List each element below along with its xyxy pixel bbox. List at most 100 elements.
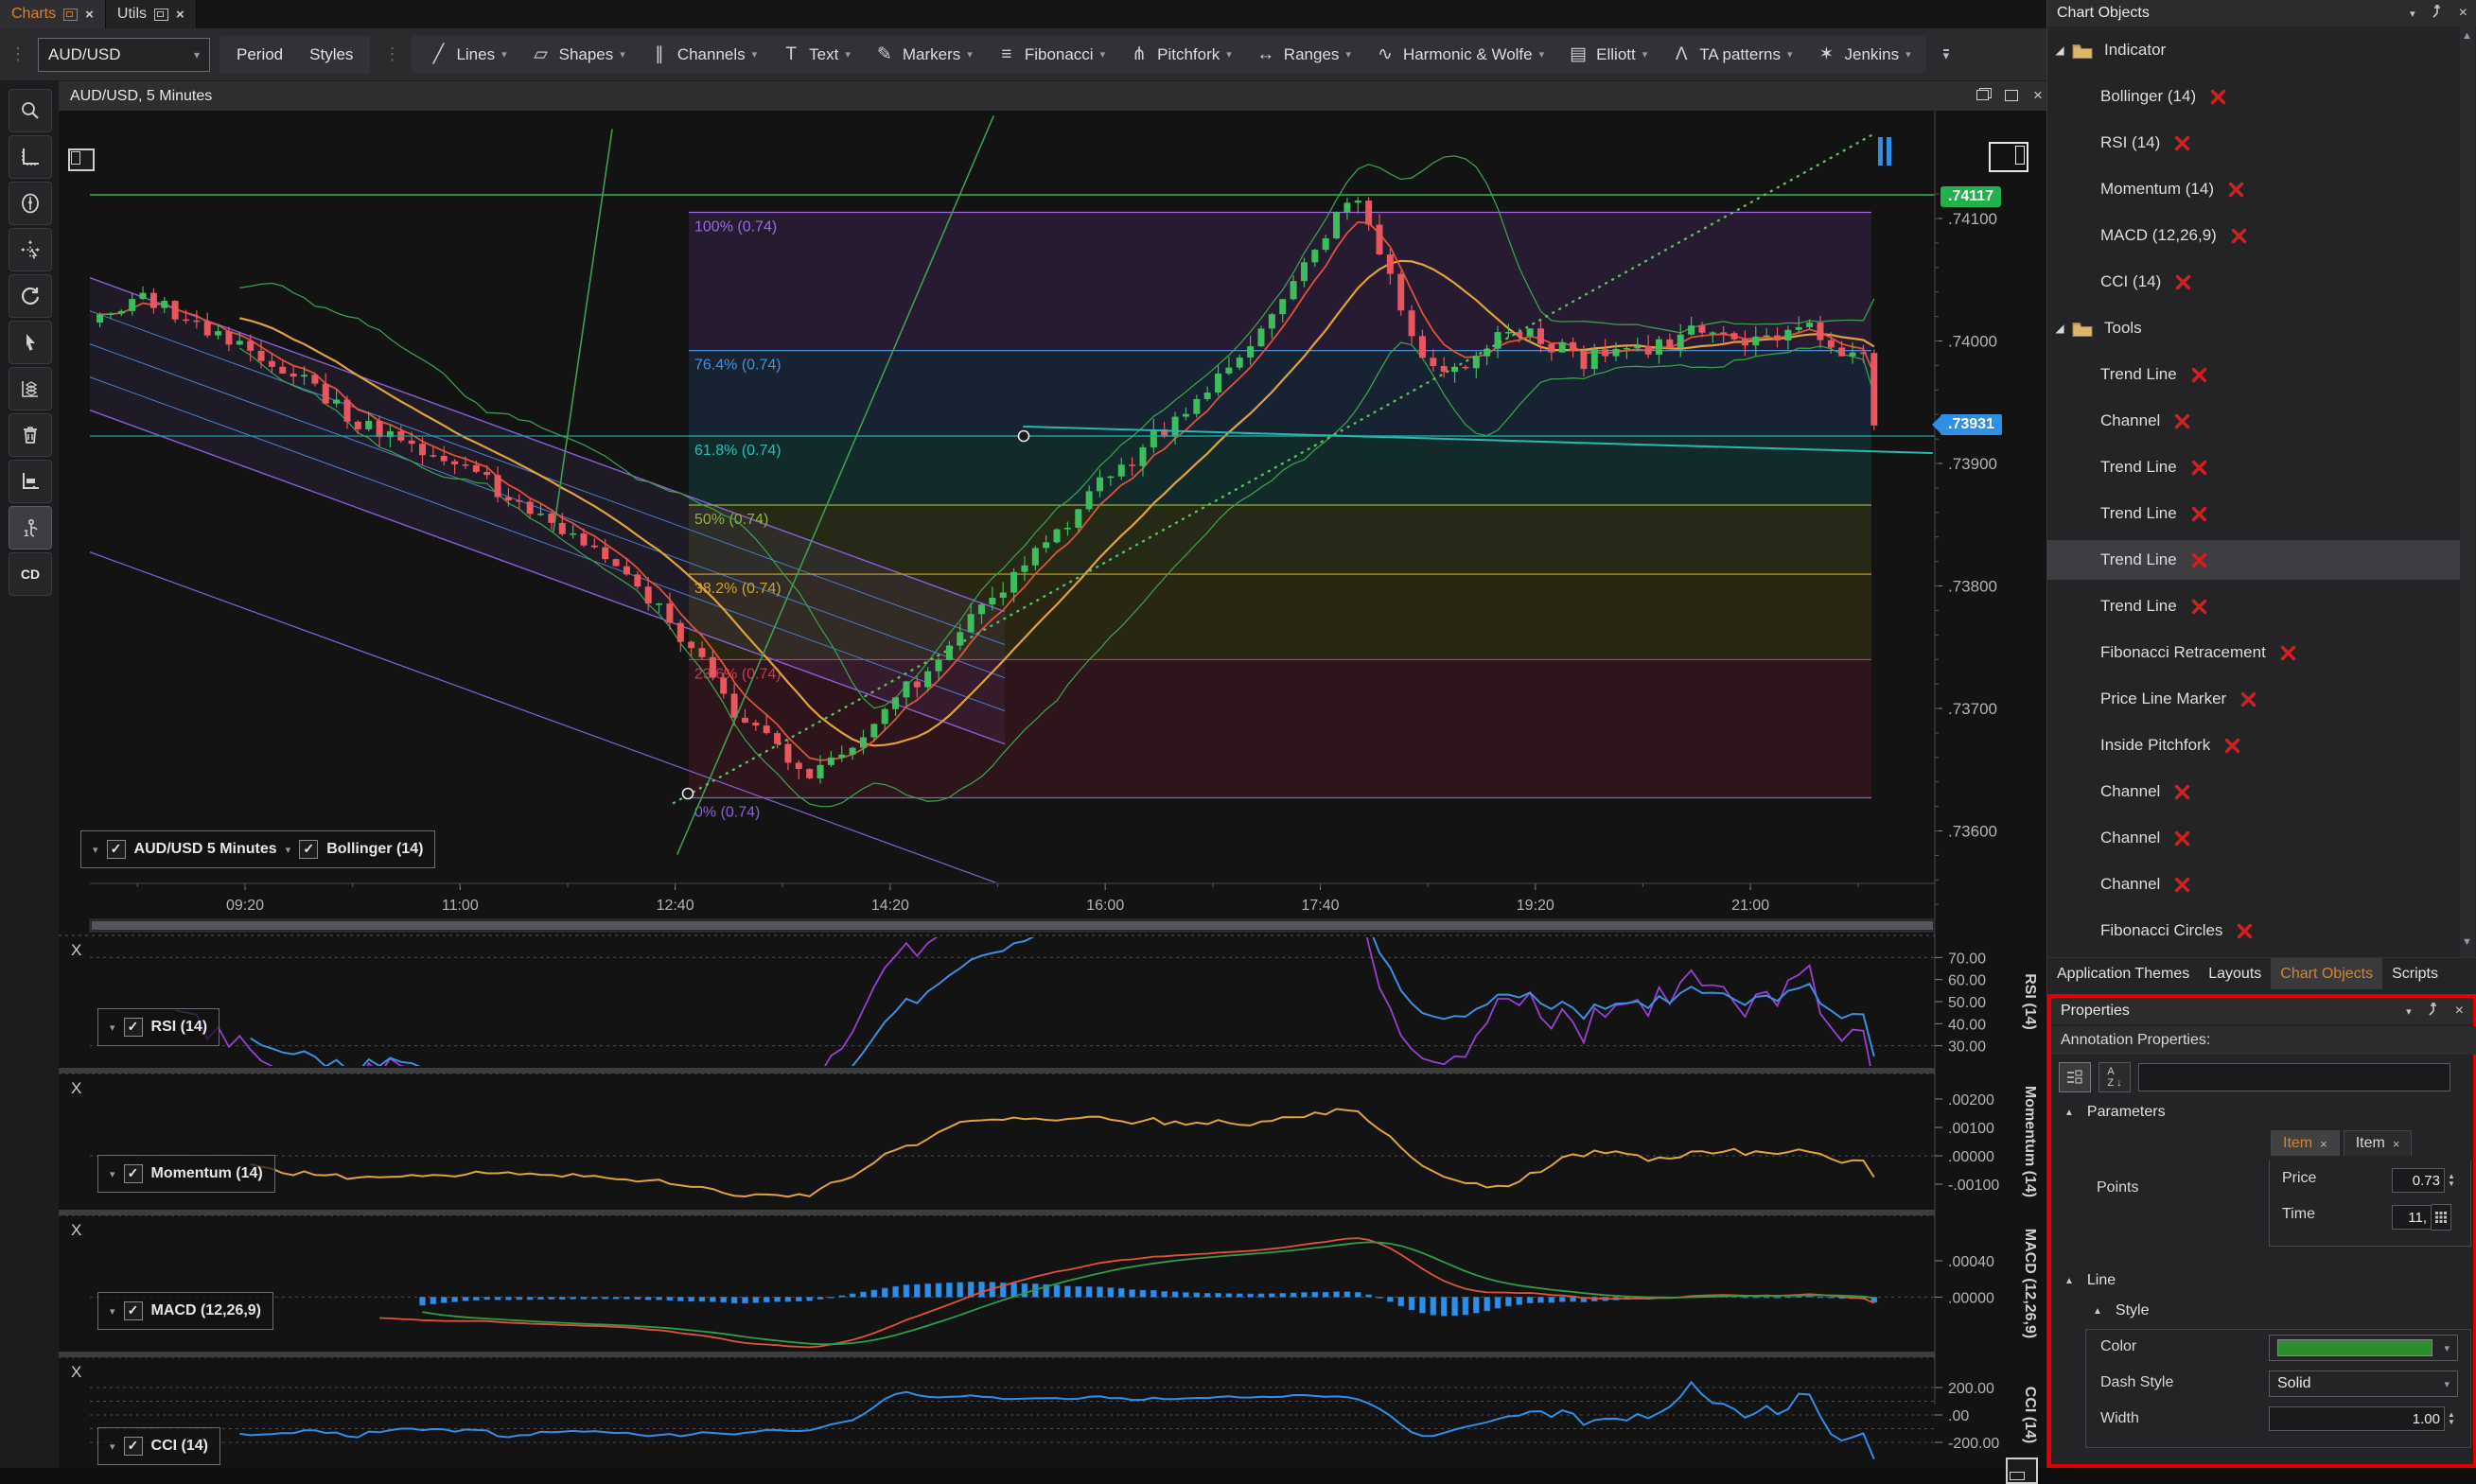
tree-item-rsi-14-[interactable]: RSI (14) [2047,123,2462,163]
chevron-down-icon[interactable]: ▾ [1226,48,1232,61]
expand-panel-icon[interactable] [2006,1458,2038,1484]
chevron-down-icon[interactable]: ▾ [1787,48,1793,61]
calendar-grid-icon[interactable] [2432,1204,2451,1231]
remove-icon[interactable] [2173,783,2191,801]
chevron-down-icon[interactable]: ▾ [1345,48,1351,61]
chart-canvas[interactable]: 100% (0.74)76.4% (0.74)61.8% (0.74)50% (… [59,111,2046,1468]
item-tab-close-icon[interactable]: × [2393,1137,2400,1151]
tab-close-icon[interactable]: × [176,7,184,23]
color-dropdown[interactable]: ▾ [2269,1335,2458,1361]
remove-icon[interactable] [2173,829,2191,847]
categorize-icon[interactable] [2059,1062,2091,1092]
tool-channels[interactable]: ∥Channels▾ [639,40,766,69]
remove-icon[interactable] [2236,922,2254,940]
price-spinner[interactable]: ▲▼ [2445,1173,2458,1188]
chevron-down-icon[interactable]: ▾ [2410,8,2415,20]
remove-icon[interactable] [2190,366,2208,384]
point-item-tab[interactable]: Item× [2271,1130,2340,1156]
series-visibility-checkbox[interactable]: ✓ [107,840,126,859]
chevron-down-icon[interactable]: ▾ [845,48,851,61]
chevron-down-icon[interactable]: ▾ [501,48,507,61]
toolbar-overflow-button[interactable]: ▾ [1943,49,1950,61]
dock-tab-layouts[interactable]: Layouts [2199,958,2271,989]
price-input[interactable] [2392,1168,2445,1193]
tree-item-channel[interactable]: Channel [2047,864,2462,904]
toolbar-grip[interactable]: ⋮ [6,44,28,64]
tool-ranges[interactable]: ↔Ranges▾ [1245,41,1361,69]
tool-fibonacci[interactable]: ≡Fibonacci▾ [986,41,1115,69]
tab-charts[interactable]: Charts× [0,0,106,28]
collapse-annotations-icon[interactable] [68,148,95,171]
tree-item-momentum-14-[interactable]: Momentum (14) [2047,169,2462,209]
remove-icon[interactable] [2173,134,2191,152]
sidebar-tool-layers[interactable] [9,367,52,410]
close-icon[interactable]: × [2459,5,2467,22]
tool-jenkins[interactable]: ✶Jenkins▾ [1805,40,1920,69]
tool-ta-patterns[interactable]: ΛTA patterns▾ [1660,41,1801,69]
remove-icon[interactable] [2190,551,2208,569]
style-section-header[interactable]: ▲ Style [2093,1302,2149,1319]
dock-tab-scripts[interactable]: Scripts [2382,958,2448,989]
chevron-down-icon[interactable]: ▾ [1100,48,1106,61]
momentum-close-button[interactable]: X [71,1079,81,1098]
expander-icon[interactable]: ◢ [2047,322,2072,335]
remove-icon[interactable] [2190,459,2208,477]
tree-item-channel[interactable]: Channel [2047,818,2462,858]
series-visibility-checkbox[interactable]: ✓ [124,1301,143,1320]
chevron-down-icon[interactable]: ▾ [110,1168,115,1180]
panel-toggle-icon[interactable] [1989,142,2028,172]
cci-legend[interactable]: ▾✓CCI (14) [97,1427,220,1465]
period-button[interactable]: Period [225,40,294,70]
tree-item-trend-line[interactable]: Trend Line [2047,355,2462,394]
tab-utils[interactable]: Utils× [106,0,197,28]
chevron-down-icon[interactable]: ▾ [110,1305,115,1318]
remove-icon[interactable] [2190,505,2208,523]
remove-icon[interactable] [2173,412,2191,430]
tree-scrollbar[interactable]: ▲ ▼ [2460,26,2475,957]
close-icon[interactable]: × [2455,1003,2464,1020]
tree-item-inside-pitchfork[interactable]: Inside Pitchfork [2047,725,2462,765]
dock-tab-application-themes[interactable]: Application Themes [2047,958,2199,989]
rsi-close-button[interactable]: X [71,941,81,960]
tree-group-indicator[interactable]: ◢Indicator [2047,30,2462,70]
scroll-up-icon[interactable]: ▲ [2462,30,2472,42]
tool-markers[interactable]: ✎Markers▾ [864,40,982,69]
time-input[interactable] [2392,1205,2432,1230]
remove-icon[interactable] [2279,644,2297,662]
maximize-window-icon[interactable] [2003,88,2020,102]
tab-close-icon[interactable]: × [85,7,94,23]
remove-icon[interactable] [2190,598,2208,616]
symbol-combobox[interactable]: AUD/USD ▾ [38,38,210,72]
sidebar-tool-touch-select[interactable]: 1 [9,506,52,550]
macd-close-button[interactable]: X [71,1221,81,1240]
sidebar-tool-zoom[interactable] [9,89,52,132]
series-visibility-checkbox[interactable]: ✓ [299,840,318,859]
macd-legend[interactable]: ▾✓MACD (12,26,9) [97,1292,273,1330]
tool-elliott[interactable]: ▤Elliott▾ [1557,40,1657,69]
line-section-header[interactable]: ▲ Line [2064,1272,2116,1289]
tree-item-trend-line[interactable]: Trend Line [2047,447,2462,487]
dash-style-dropdown[interactable]: Solid ▾ [2269,1371,2458,1397]
tree-item-fibonacci-retracement[interactable]: Fibonacci Retracement [2047,633,2462,672]
width-spinner[interactable]: ▲▼ [2445,1411,2458,1426]
sidebar-tool-fit-axes[interactable] [9,135,52,179]
remove-icon[interactable] [2230,227,2248,245]
series-visibility-checkbox[interactable]: ✓ [124,1164,143,1183]
tree-item-trend-line[interactable]: Trend Line [2047,586,2462,626]
sort-az-icon[interactable]: AZ ↓ [2098,1062,2131,1092]
chevron-down-icon[interactable]: ▾ [1539,48,1545,61]
series-visibility-checkbox[interactable]: ✓ [124,1437,143,1456]
sidebar-tool-crosshair-move[interactable] [9,228,52,271]
chevron-down-icon[interactable]: ▾ [110,1021,115,1034]
chevron-down-icon[interactable]: ▾ [2406,1005,2412,1018]
tree-item-fibonacci-circles[interactable]: Fibonacci Circles [2047,911,2462,951]
item-tab-close-icon[interactable]: × [2320,1137,2327,1151]
tree-item-price-line-marker[interactable]: Price Line Marker [2047,679,2462,719]
tool-text[interactable]: TText▾ [770,41,860,69]
chevron-down-icon[interactable]: ▾ [1642,48,1648,61]
toolbar-grip[interactable]: ⋮ [379,44,402,64]
momentum-legend[interactable]: ▾✓Momentum (14) [97,1155,275,1193]
main-chart-legend[interactable]: ▾✓AUD/USD 5 Minutes▾✓Bollinger (14) [80,830,435,868]
chevron-down-icon[interactable]: ▾ [110,1440,115,1453]
tool-shapes[interactable]: ▱Shapes▾ [520,40,635,69]
